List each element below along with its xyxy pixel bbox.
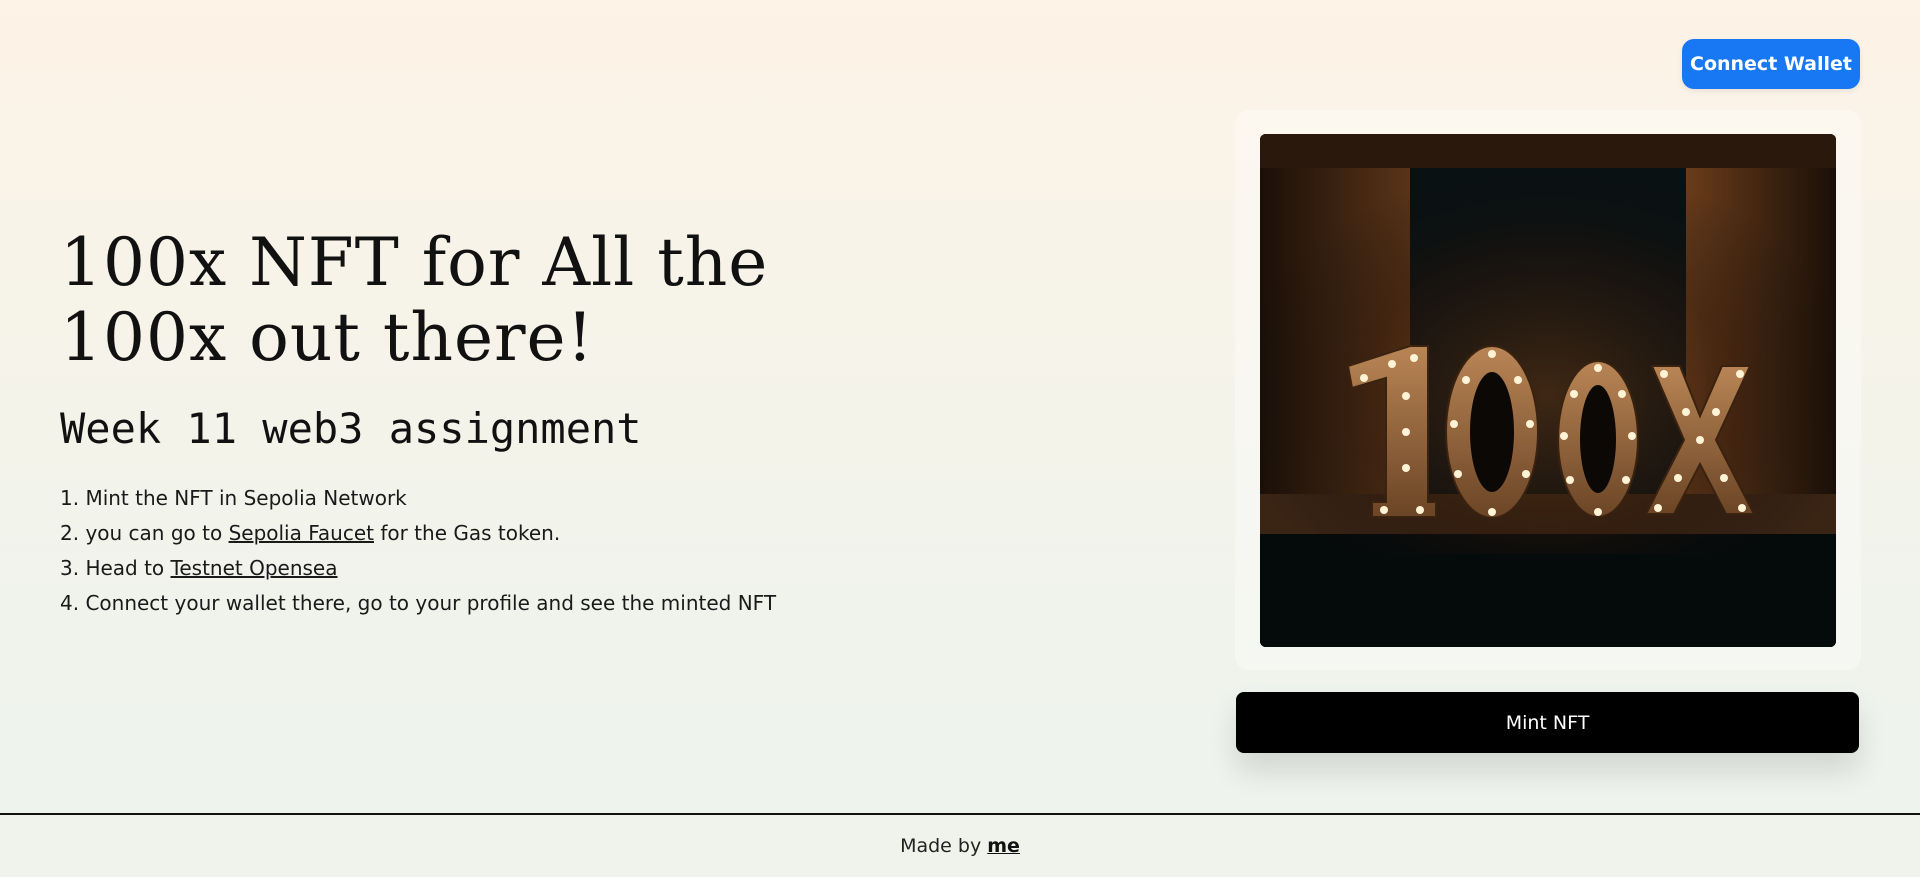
step-text: 2. you can go to <box>60 521 229 545</box>
hero-section: 100x NFT for All the 100x out there! Wee… <box>60 225 840 621</box>
instructions-list: 1. Mint the NFT in Sepolia Network 2. yo… <box>60 481 840 621</box>
nft-preview-image <box>1260 134 1836 647</box>
instruction-step-3: 3. Head to Testnet Opensea <box>60 551 840 586</box>
step-text: 1. Mint the NFT in Sepolia Network <box>60 486 407 510</box>
page-subtitle: Week 11 web3 assignment <box>60 404 642 453</box>
instruction-step-2: 2. you can go to Sepolia Faucet for the … <box>60 516 840 551</box>
footer-text: Made by <box>900 835 988 857</box>
instruction-step-1: 1. Mint the NFT in Sepolia Network <box>60 481 840 516</box>
step-text: 3. Head to <box>60 556 171 580</box>
sepolia-faucet-link[interactable]: Sepolia Faucet <box>229 521 374 545</box>
mint-nft-button[interactable]: Mint NFT <box>1236 692 1859 753</box>
instruction-step-4: 4. Connect your wallet there, go to your… <box>60 586 840 621</box>
footer: Made by me <box>0 813 1920 877</box>
footer-author-link[interactable]: me <box>987 835 1020 857</box>
connect-wallet-button[interactable]: Connect Wallet <box>1682 39 1860 89</box>
step-text: 4. Connect your wallet there, go to your… <box>60 591 777 615</box>
page-title: 100x NFT for All the 100x out there! <box>60 224 769 376</box>
step-text-suffix: for the Gas token. <box>373 521 561 545</box>
marquee-letters-illustration <box>1260 134 1836 647</box>
testnet-opensea-link[interactable]: Testnet Opensea <box>171 556 338 580</box>
